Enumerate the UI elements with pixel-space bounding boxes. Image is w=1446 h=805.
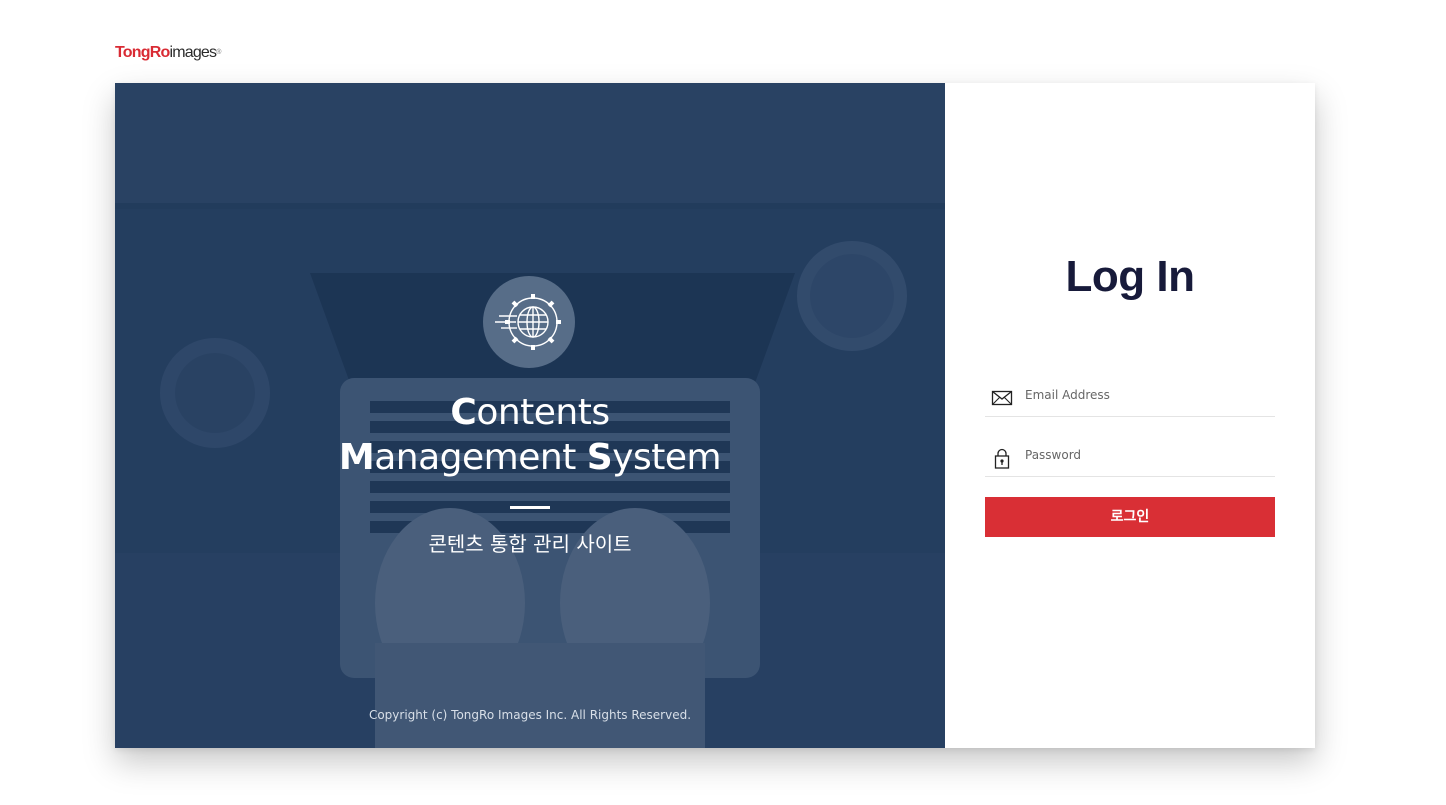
title-initial-c: C	[450, 392, 477, 433]
globe-gear-icon	[483, 276, 575, 368]
email-field-row	[985, 376, 1275, 417]
login-heading: Log In	[1065, 252, 1195, 301]
hero-title-line-2: Management System	[115, 436, 945, 480]
logo-text-red: TongRo	[115, 44, 170, 61]
title-initial-s: S	[586, 437, 613, 478]
title-initial-m: M	[338, 437, 375, 478]
hero-subtitle: 콘텐츠 통합 관리 사이트	[428, 532, 632, 556]
login-panel: Log In 로그인	[945, 83, 1315, 748]
password-field-row	[985, 436, 1275, 477]
hero-divider	[510, 506, 550, 509]
hero-panel: Contents Management System 콘텐츠 통합 관리 사이트…	[115, 83, 945, 748]
login-page: TongRoimages® Contents Management System…	[0, 0, 1446, 805]
email-input[interactable]	[1025, 384, 1270, 406]
login-card: Contents Management System 콘텐츠 통합 관리 사이트…	[115, 83, 1315, 748]
password-input[interactable]	[1025, 444, 1270, 466]
title-rest-contents: ontents	[476, 392, 610, 433]
logo-registered-mark: ®	[216, 49, 221, 56]
hero-title-line-1: Contents	[115, 391, 945, 435]
copyright-text: Copyright (c) TongRo Images Inc. All Rig…	[368, 708, 692, 722]
lock-icon	[994, 448, 1010, 469]
title-rest-system: ystem	[612, 437, 722, 478]
envelope-icon	[991, 390, 1013, 406]
tongro-images-logo[interactable]: TongRoimages®	[115, 43, 221, 63]
login-button[interactable]: 로그인	[985, 497, 1275, 537]
title-rest-management: anagement	[374, 437, 587, 478]
logo-text-dark: images	[169, 44, 217, 61]
